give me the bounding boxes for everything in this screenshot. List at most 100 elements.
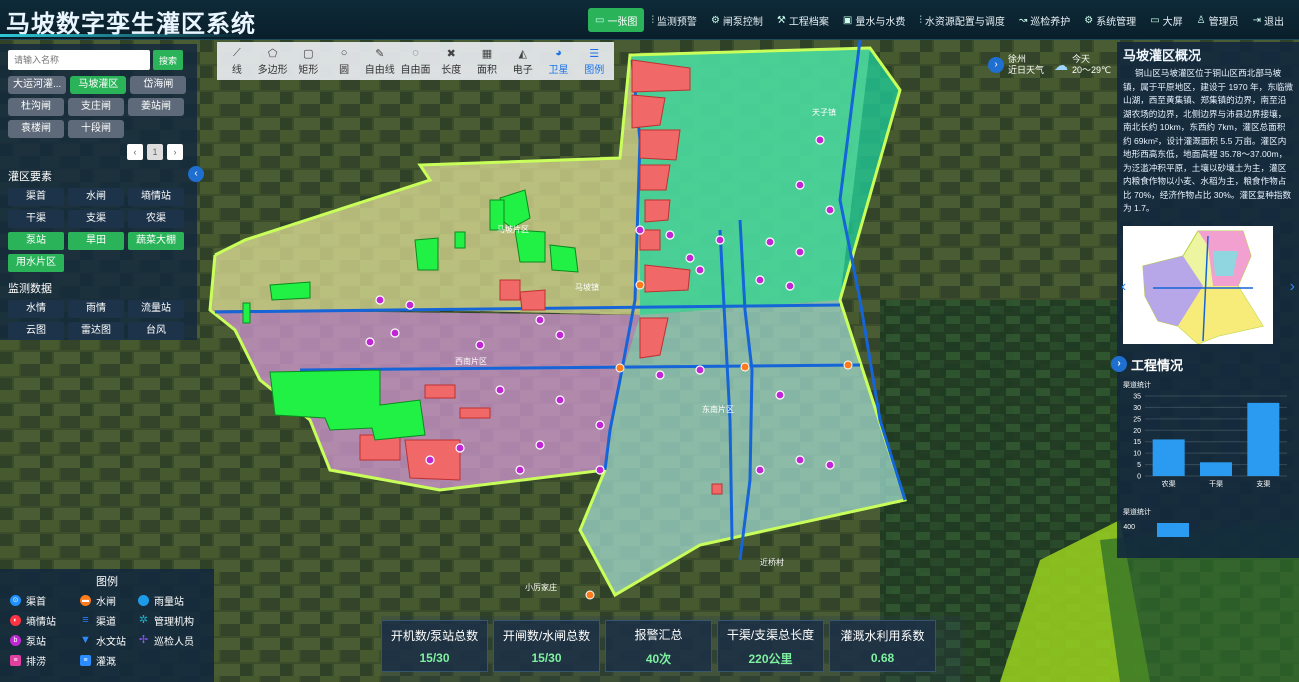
chart-icon: ⫶ <box>651 14 654 26</box>
legend-item: ▼ 水文站 <box>80 633 138 649</box>
element-toggle[interactable]: 墒情站 <box>128 188 184 206</box>
tool-satellite[interactable]: ◕ 卫星 <box>541 43 577 79</box>
legend-label: 灌溉 <box>96 657 116 668</box>
nav-label: 工程档案 <box>788 16 829 28</box>
nav-item-dispatch[interactable]: ⫶ 水资源配置与调度 <box>912 8 1012 32</box>
weather-expand-button[interactable]: › <box>988 57 1004 73</box>
area-chip[interactable]: 姜站闸 <box>128 98 184 116</box>
stat-value: 15/30 <box>419 651 450 665</box>
area-chip[interactable]: 大运河灌... <box>8 76 67 94</box>
pager-next[interactable]: › <box>167 144 183 160</box>
tool-circle[interactable]: ○ 圆 <box>326 43 362 79</box>
area-chip-selected[interactable]: 马坡灌区 <box>70 76 127 94</box>
legend-label: 排涝 <box>26 657 46 668</box>
element-toggle[interactable]: 农渠 <box>128 210 184 228</box>
canal-bar-chart-2: 400 <box>1123 522 1189 537</box>
nav-label: 一张图 <box>607 16 638 28</box>
element-toggle-active[interactable]: 用水片区 <box>8 254 64 272</box>
tool-line[interactable]: ⟋ 线 <box>219 43 255 79</box>
monitor-toggle[interactable]: 水情 <box>8 300 64 318</box>
tool-label: 矩形 <box>298 64 319 76</box>
nav-label: 闸泵控制 <box>722 16 763 28</box>
nav-item-logout[interactable]: ⇥ 退出 <box>1246 8 1291 32</box>
stat-card-canal-length[interactable]: 干渠/支渠总长度 220公里 <box>717 620 824 672</box>
chevron-left-icon: ‹ <box>194 168 198 179</box>
tool-freeform[interactable]: ◌ 自由面 <box>398 43 434 79</box>
monitor-toggle[interactable]: 云图 <box>8 322 64 340</box>
element-toggle-active[interactable]: 旱田 <box>68 232 124 250</box>
area-chip[interactable]: 支庄闸 <box>68 98 124 116</box>
tool-freeline[interactable]: ✎ 自由线 <box>362 43 398 79</box>
draw-toolbar: ⟋ 线 ⬠ 多边形 ▢ 矩形 ○ 圆 ✎ 自由线 ◌ 自由面 ✖ 长度 ▦ 面积 ◭ 电子 ◕ 卫星… <box>217 42 614 80</box>
nav-item-archives[interactable]: ⚒ 工程档案 <box>770 8 836 32</box>
stat-label: 干渠/支渠总长度 <box>726 627 815 642</box>
element-toggle-active[interactable]: 泵站 <box>8 232 64 250</box>
tool-polygon[interactable]: ⬠ 多边形 <box>255 43 291 79</box>
element-toggle[interactable]: 干渠 <box>8 210 64 228</box>
x-tick-label: 支渠 <box>1256 479 1270 488</box>
stat-value: 15/30 <box>531 651 562 665</box>
nav-label: 系统管理 <box>1096 16 1137 28</box>
map-label-southwest: 西南片区 <box>455 356 487 366</box>
chart2-tick: 400 <box>1123 524 1135 531</box>
tool-area[interactable]: ▦ 面积 <box>469 43 505 79</box>
element-toggle[interactable]: 支渠 <box>68 210 124 228</box>
elements-title: 灌区要素 <box>8 171 52 183</box>
legend-item: ≡ 排涝 <box>10 653 80 668</box>
top-bar: 马坡数字孪生灌区系统 ▭ 一张图 ⫶ 监测预警 ⚙ 闸泵控制 ⚒ 工程档案 ▣ 量水与水费… <box>0 0 1299 40</box>
minimap-next-icon[interactable]: › <box>1290 278 1295 296</box>
nav-item-one-map[interactable]: ▭ 一张图 <box>587 8 645 32</box>
element-toggle[interactable]: 渠首 <box>8 188 64 206</box>
stat-value: 0.68 <box>870 651 895 665</box>
monitor-toggle[interactable]: 流量站 <box>128 300 184 318</box>
gear-icon: ⚙ <box>710 14 720 26</box>
search-input[interactable] <box>8 50 150 70</box>
chart-icon: ⫶ <box>919 14 922 26</box>
area-chip[interactable]: 十段闸 <box>68 120 124 138</box>
chevron-right-icon[interactable]: › <box>1111 356 1127 372</box>
screen-icon: ▭ <box>594 14 605 26</box>
exit-icon: ⇥ <box>1252 14 1261 26</box>
nav-item-monitoring[interactable]: ⫶ 监测预警 <box>644 8 704 32</box>
pager-current[interactable]: 1 <box>147 144 163 160</box>
satellite-icon: ◕ <box>555 46 562 59</box>
nav-item-system[interactable]: ⚙ 系统管理 <box>1077 8 1143 32</box>
monitor-toggle[interactable]: 台风 <box>128 322 184 340</box>
tool-rectangle[interactable]: ▢ 矩形 <box>290 43 326 79</box>
drainage-icon: ≡ <box>10 655 21 666</box>
area-chip[interactable]: 杜沟闸 <box>8 98 64 116</box>
monitor-toggle[interactable]: 雨情 <box>68 300 124 318</box>
nav-item-gate-control[interactable]: ⚙ 闸泵控制 <box>704 8 770 32</box>
collapse-left-button[interactable]: ‹ <box>188 166 204 182</box>
tool-legend[interactable]: ☰ 图例 <box>576 43 612 79</box>
right-panel: 马坡灌区概况 铜山区马坡灌区位于铜山区西北部马坡镇，属于平原地区，建设于 197… <box>1111 42 1299 558</box>
area-chip[interactable]: 岱海闸 <box>130 76 187 94</box>
element-toggle-active[interactable]: 蔬菜大棚 <box>128 232 184 250</box>
element-toggle[interactable]: 水闸 <box>68 188 124 206</box>
tool-electronic[interactable]: ◭ 电子 <box>505 43 541 79</box>
nav-label: 监测预警 <box>656 16 697 28</box>
stat-card-gates[interactable]: 开闸数/水闸总数 15/30 <box>493 620 600 672</box>
nav-item-water-fee[interactable]: ▣ 量水与水费 <box>836 8 912 32</box>
weather-day-block: 今天 20～29℃ <box>1072 54 1111 76</box>
overview-title: 马坡灌区概况 <box>1123 48 1202 63</box>
stat-card-pumps[interactable]: 开机数/泵站总数 15/30 <box>381 620 488 672</box>
search-button[interactable]: 搜索 <box>153 50 183 70</box>
legend-item: b 泵站 <box>10 633 80 648</box>
stat-card-alarms[interactable]: 报警汇总 40次 <box>605 620 712 672</box>
area-chip[interactable]: 袁楼闸 <box>8 120 64 138</box>
pump-station-icon: b <box>10 635 21 646</box>
tool-length[interactable]: ✖ 长度 <box>433 43 469 79</box>
nav-item-inspection[interactable]: ↝ 巡检养护 <box>1012 8 1077 32</box>
map-label-jinqiao: 近桥村 <box>760 557 784 567</box>
stat-card-efficiency[interactable]: 灌溉水利用系数 0.68 <box>829 620 936 672</box>
nav-item-admin[interactable]: ♙ 管理员 <box>1190 8 1246 32</box>
legend-item: ◐ 墒情站 <box>10 613 80 628</box>
chart2-bar <box>1157 522 1189 537</box>
pager-prev[interactable]: ‹ <box>127 144 143 160</box>
minimap-prev-icon[interactable]: ‹ <box>1121 278 1126 296</box>
y-tick-label: 20 <box>1133 427 1141 434</box>
monitor-toggle[interactable]: 雷达图 <box>68 322 124 340</box>
legend-item: ▬ 水闸 <box>80 593 138 608</box>
nav-item-big-screen[interactable]: ▭ 大屏 <box>1143 8 1189 32</box>
